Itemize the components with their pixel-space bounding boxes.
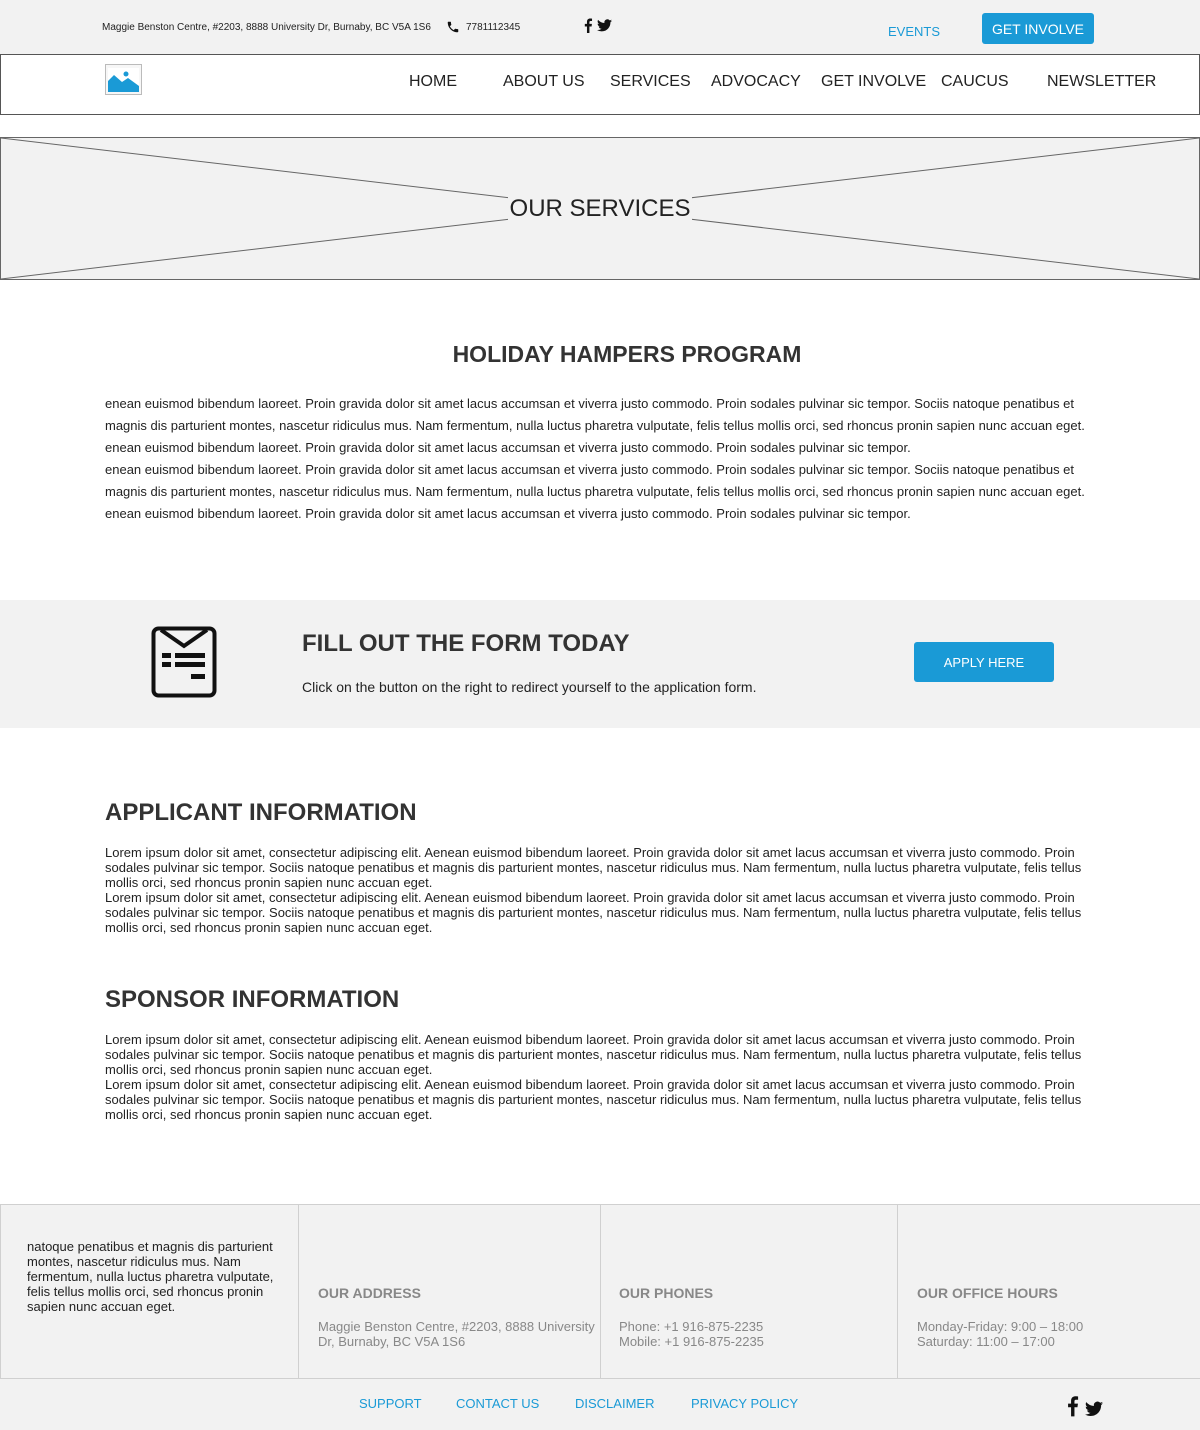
form-icon <box>151 626 217 698</box>
program-paragraph: enean euismod bibendum laoreet. Proin gr… <box>105 396 1085 433</box>
hours-line: Saturday: 11:00 – 17:00 <box>917 1334 1055 1349</box>
program-paragraph: enean euismod bibendum laoreet. Proin gr… <box>105 506 911 521</box>
applicant-title: APPLICANT INFORMATION <box>105 799 417 826</box>
cta-subtitle: Click on the button on the right to redi… <box>302 679 757 695</box>
applicant-paragraph: Lorem ipsum dolor sit amet, consectetur … <box>105 890 1082 935</box>
program-paragraph: enean euismod bibendum laoreet. Proin gr… <box>105 462 1085 499</box>
footer-address-title: OUR ADDRESS <box>318 1285 421 1301</box>
phone-line: Phone: +1 916-875-2235 <box>619 1319 764 1334</box>
footer-about-column: natoque penatibus et magnis dis parturie… <box>0 1205 298 1379</box>
header-social <box>583 18 612 33</box>
nav-services[interactable]: SERVICES <box>610 73 691 91</box>
cta-banner: FILL OUT THE FORM TODAY Click on the but… <box>0 600 1200 728</box>
footer: natoque penatibus et magnis dis parturie… <box>0 1204 1200 1379</box>
privacy-policy-link[interactable]: PRIVACY POLICY <box>691 1396 798 1411</box>
footer-hours-text: Monday-Friday: 9:00 – 18:00 Saturday: 11… <box>917 1319 1083 1349</box>
nav-newsletter[interactable]: NEWSLETTER <box>1047 73 1156 91</box>
footer-phones-text: Phone: +1 916-875-2235 Mobile: +1 916-87… <box>619 1319 764 1349</box>
logo[interactable] <box>105 64 142 95</box>
apply-here-button[interactable]: APPLY HERE <box>914 642 1054 682</box>
twitter-icon[interactable] <box>1085 1401 1103 1417</box>
sponsor-paragraph: Lorem ipsum dolor sit amet, consectetur … <box>105 1077 1082 1122</box>
sponsor-title: SPONSOR INFORMATION <box>105 986 400 1013</box>
support-link[interactable]: SUPPORT <box>359 1396 422 1411</box>
footer-address-text: Maggie Benston Centre, #2203, 8888 Unive… <box>318 1319 595 1349</box>
hero-banner: OUR SERVICES <box>0 137 1200 280</box>
header-address: Maggie Benston Centre, #2203, 8888 Unive… <box>102 22 431 33</box>
nav-get-involve[interactable]: GET INVOLVE <box>821 73 926 91</box>
phone-icon <box>447 21 459 33</box>
get-involve-button[interactable]: GET INVOLVE <box>982 13 1094 44</box>
footer-hours-column: OUR OFFICE HOURS Monday-Friday: 9:00 – 1… <box>897 1205 1200 1379</box>
footer-about-text: natoque penatibus et magnis dis parturie… <box>27 1239 274 1314</box>
nav-advocacy[interactable]: ADVOCACY <box>711 73 801 91</box>
sponsor-text: Lorem ipsum dolor sit amet, consectetur … <box>105 1032 1095 1122</box>
main-nav: HOME ABOUT US SERVICES ADVOCACY GET INVO… <box>0 54 1200 115</box>
program-text: enean euismod bibendum laoreet. Proin gr… <box>105 393 1100 525</box>
nav-about-us[interactable]: ABOUT US <box>503 73 585 91</box>
address-line: Dr, Burnaby, BC V5A 1S6 <box>318 1334 466 1349</box>
address-line: Maggie Benston Centre, #2203, 8888 Unive… <box>318 1319 595 1334</box>
footer-phones-title: OUR PHONES <box>619 1285 714 1301</box>
header-phone: 7781112345 <box>466 22 521 33</box>
image-placeholder-icon <box>108 68 139 92</box>
applicant-text: Lorem ipsum dolor sit amet, consectetur … <box>105 845 1095 935</box>
hours-line: Monday-Friday: 9:00 – 18:00 <box>917 1319 1084 1334</box>
nav-home[interactable]: HOME <box>409 73 457 91</box>
twitter-icon[interactable] <box>597 19 612 32</box>
nav-caucus[interactable]: CAUCUS <box>941 73 1009 91</box>
contact-us-link[interactable]: CONTACT US <box>456 1396 539 1411</box>
top-bar: Maggie Benston Centre, #2203, 8888 Unive… <box>0 0 1200 54</box>
program-title: HOLIDAY HAMPERS PROGRAM <box>452 341 802 367</box>
bottom-bar: SUPPORT CONTACT US DISCLAIMER PRIVACY PO… <box>0 1379 1200 1430</box>
events-link[interactable]: EVENTS <box>888 24 940 39</box>
footer-address-column: OUR ADDRESS Maggie Benston Centre, #2203… <box>298 1205 600 1379</box>
facebook-icon[interactable] <box>1066 1395 1079 1417</box>
applicant-paragraph: Lorem ipsum dolor sit amet, consectetur … <box>105 845 1082 890</box>
hero-title: OUR SERVICES <box>507 195 693 222</box>
footer-social <box>1066 1395 1103 1417</box>
footer-phones-column: OUR PHONES Phone: +1 916-875-2235 Mobile… <box>600 1205 897 1379</box>
mobile-line: Mobile: +1 916-875-2235 <box>619 1334 764 1349</box>
disclaimer-link[interactable]: DISCLAIMER <box>575 1396 654 1411</box>
facebook-icon[interactable] <box>583 18 593 33</box>
footer-hours-title: OUR OFFICE HOURS <box>917 1285 1058 1301</box>
sponsor-paragraph: Lorem ipsum dolor sit amet, consectetur … <box>105 1032 1082 1077</box>
program-paragraph: enean euismod bibendum laoreet. Proin gr… <box>105 440 911 455</box>
cta-title: FILL OUT THE FORM TODAY <box>302 630 630 657</box>
